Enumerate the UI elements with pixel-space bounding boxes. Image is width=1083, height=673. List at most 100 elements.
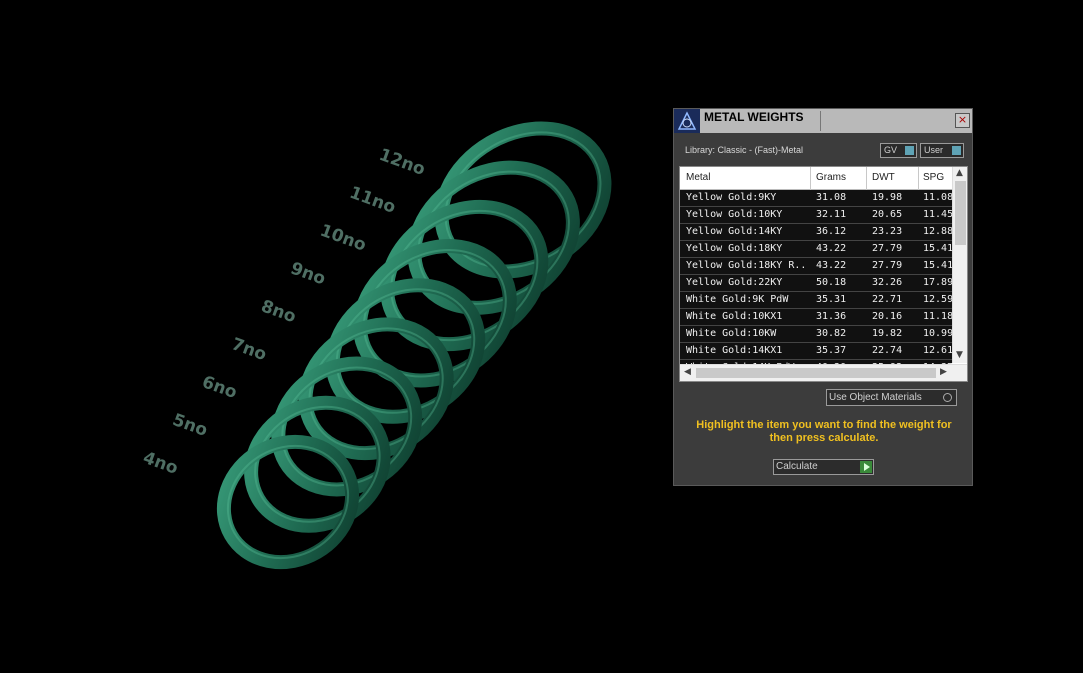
play-icon — [860, 461, 872, 473]
cell-dwt: 22.71 — [872, 294, 903, 305]
radio-icon[interactable] — [943, 393, 952, 402]
column-header-dwt[interactable]: DWT — [872, 172, 895, 183]
cell-dwt: 20.65 — [872, 209, 903, 220]
user-toggle-indicator — [952, 146, 961, 155]
ring-4no[interactable] — [202, 419, 374, 585]
ring-size-label: 10no — [317, 221, 368, 256]
cell-spg: 17.89 — [923, 277, 952, 288]
table-row[interactable]: Yellow Gold:10KY 32.11 20.65 11.45 — [680, 207, 952, 224]
cell-spg: 12.59 — [923, 294, 952, 305]
cell-grams: 43.22 — [816, 243, 847, 254]
cell-grams: 50.18 — [816, 277, 847, 288]
instruction-text: Highlight the item you want to find the … — [696, 419, 952, 444]
ring-8no[interactable] — [309, 259, 503, 442]
cell-metal: White Gold:10KX1 — [686, 311, 783, 322]
cell-metal: Yellow Gold:14KY — [686, 226, 783, 237]
calculate-button[interactable]: Calculate — [773, 459, 874, 475]
app-logo-icon — [674, 109, 700, 133]
user-toggle-label: User — [924, 145, 944, 155]
ring-size-label: 12no — [376, 145, 427, 180]
cell-metal: Yellow Gold:9KY — [686, 192, 777, 203]
ring-size-label: 8no — [258, 296, 298, 327]
ring-render: 4no 5no 6no 7no 8no 9no10no11no12no — [140, 100, 631, 585]
column-header-grams[interactable]: Grams — [816, 172, 846, 183]
ring-12no[interactable] — [416, 100, 631, 300]
cell-dwt: 23.23 — [872, 226, 903, 237]
cell-spg: 12.88 — [923, 226, 952, 237]
cell-metal: Yellow Gold:18KY — [686, 243, 783, 254]
panel-title: METAL WEIGHTS — [704, 110, 804, 124]
use-object-materials-label: Use Object Materials — [829, 392, 922, 403]
cell-metal: Yellow Gold:18KY R... — [686, 260, 808, 271]
ring-size-label: 11no — [347, 183, 398, 218]
title-divider — [820, 111, 821, 131]
cell-metal: Yellow Gold:22KY — [686, 277, 783, 288]
cell-dwt: 22.74 — [872, 345, 903, 356]
metal-table: Metal Grams DWT SPG Yellow Gold:9KY 31.08… — [679, 166, 968, 382]
use-object-materials-option[interactable]: Use Object Materials — [826, 389, 957, 406]
table-row[interactable]: White Gold:10KX1 31.36 20.16 11.18 — [680, 309, 952, 326]
table-row[interactable]: White Gold:9K PdW 35.31 22.71 12.59 — [680, 292, 952, 309]
column-header-spg[interactable]: SPG — [923, 172, 944, 183]
calculate-label: Calculate — [776, 461, 818, 472]
ring-size-label: 9no — [288, 259, 328, 290]
cell-grams: 32.11 — [816, 209, 847, 220]
gv-toggle-indicator — [905, 146, 914, 155]
panel-titlebar[interactable]: METAL WEIGHTS × — [674, 109, 972, 133]
vertical-scrollbar[interactable]: ▲ ▼ — [952, 167, 967, 363]
gv-toggle-label: GV — [884, 145, 898, 155]
cell-metal: Yellow Gold:10KY — [686, 209, 783, 220]
cell-dwt: 27.79 — [872, 243, 903, 254]
ring-size-label: 7no — [229, 334, 269, 365]
3d-viewport[interactable]: 4no 5no 6no 7no 8no 9no 10no 11no 12no — [0, 0, 660, 669]
cell-grams: 30.82 — [816, 328, 847, 339]
cell-grams: 31.36 — [816, 311, 847, 322]
ring-9no[interactable] — [335, 219, 534, 407]
cell-spg: 10.99 — [923, 328, 952, 339]
cell-grams: 35.37 — [816, 345, 847, 356]
cell-grams: 36.12 — [816, 226, 847, 237]
ring-size-label: 4no — [140, 448, 180, 479]
cell-metal: White Gold:10KW — [686, 328, 777, 339]
library-label: Library: Classic - (Fast)-Metal — [685, 145, 804, 155]
column-header-metal[interactable]: Metal — [686, 172, 710, 183]
cell-metal: White Gold:14KX1 — [686, 345, 783, 356]
ring-size-label: 6no — [199, 372, 239, 403]
user-toggle[interactable]: User — [920, 143, 964, 158]
table-row[interactable]: Yellow Gold:22KY 50.18 32.26 17.89 — [680, 275, 952, 292]
cell-dwt: 32.26 — [872, 277, 903, 288]
cell-spg: 15.41 — [923, 260, 952, 271]
cell-spg: 11.08 — [923, 192, 952, 203]
metal-weights-panel: METAL WEIGHTS × Library: Classic - (Fast… — [673, 108, 973, 486]
close-button[interactable]: × — [955, 113, 970, 128]
cell-grams: 31.08 — [816, 192, 847, 203]
cell-grams: 43.22 — [816, 260, 847, 271]
table-row[interactable]: Yellow Gold:9KY 31.08 19.98 11.08 — [680, 190, 952, 207]
table-row[interactable]: Yellow Gold:18KY 43.22 27.79 15.41 — [680, 241, 952, 258]
table-header: Metal Grams DWT SPG — [680, 167, 952, 190]
cell-dwt: 20.16 — [872, 311, 903, 322]
cell-spg: 11.45 — [923, 209, 952, 220]
scroll-up-icon[interactable]: ▲ — [956, 168, 963, 178]
cell-dwt: 19.98 — [872, 192, 903, 203]
cell-metal: White Gold:9K PdW — [686, 294, 789, 305]
cell-grams: 35.31 — [816, 294, 847, 305]
scroll-down-icon[interactable]: ▼ — [956, 350, 963, 360]
ring-size-label: 5no — [170, 410, 210, 441]
ring-5no[interactable] — [229, 379, 407, 550]
table-row[interactable]: Yellow Gold:14KY 36.12 23.23 12.88 — [680, 224, 952, 241]
cell-spg: 15.41 — [923, 243, 952, 254]
vertical-scroll-thumb[interactable] — [955, 181, 966, 245]
cell-dwt: 19.82 — [872, 328, 903, 339]
scroll-right-icon[interactable]: ▶ — [940, 367, 947, 377]
cell-dwt: 27.79 — [872, 260, 903, 271]
gv-toggle[interactable]: GV — [880, 143, 917, 158]
horizontal-scroll-thumb[interactable] — [696, 368, 936, 378]
table-row[interactable]: White Gold:14KX1 35.37 22.74 12.61 — [680, 343, 952, 360]
table-row[interactable]: Yellow Gold:18KY R... 43.22 27.79 15.41 — [680, 258, 952, 275]
scroll-left-icon[interactable]: ◀ — [684, 367, 691, 377]
table-row[interactable]: White Gold:10KW 30.82 19.82 10.99 — [680, 326, 952, 343]
horizontal-scrollbar[interactable]: ◀ ▶ — [680, 364, 967, 381]
table-body: Yellow Gold:9KY 31.08 19.98 11.08 Yellow Gol… — [680, 190, 952, 377]
ring-7no[interactable] — [282, 299, 470, 478]
